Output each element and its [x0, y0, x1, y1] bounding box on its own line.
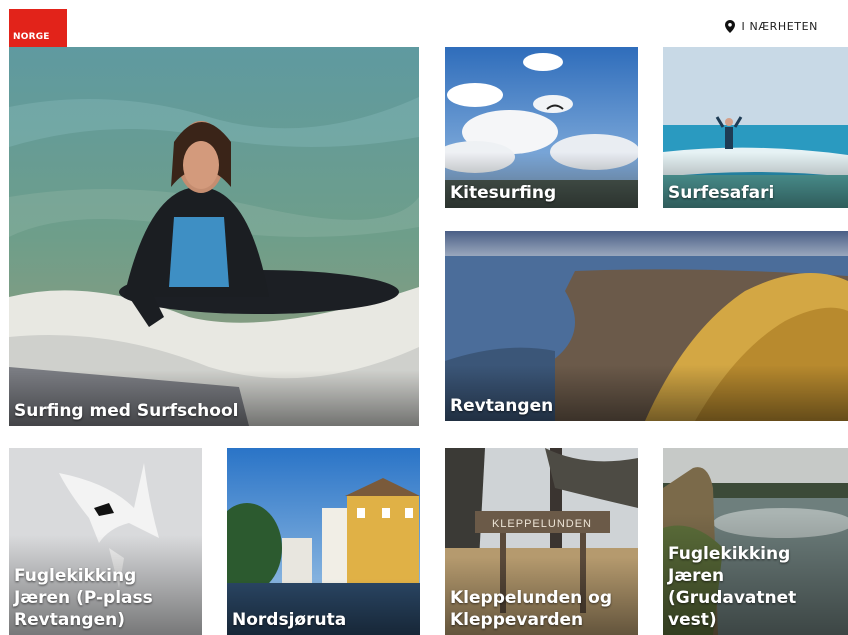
- tile-label: Nordsjøruta: [227, 579, 420, 635]
- tile-surfesafari[interactable]: Surfesafari: [663, 47, 848, 208]
- map-pin-icon: [724, 20, 735, 33]
- nearby-label: I NÆRHETEN: [741, 20, 818, 33]
- tile-label: Revtangen: [445, 365, 848, 421]
- nearby-link[interactable]: I NÆRHETEN: [724, 20, 818, 33]
- tile-label: Surfing med Surfschool: [9, 370, 419, 426]
- tile-fuglekikking-revtangen[interactable]: Fuglekikking Jæren (P-plass Revtangen): [9, 448, 202, 635]
- tile-label: Fuglekikking Jæren (P-plass Revtangen): [9, 535, 202, 635]
- tile-label: Kleppelunden og Kleppevarden: [445, 557, 638, 635]
- tile-label: Fuglekikking Jæren (Grudavatnet vest): [663, 513, 848, 635]
- kleppelunden-sign-text: KLEPPELUNDEN: [492, 518, 592, 530]
- norge-logo[interactable]: NORGE: [9, 9, 67, 47]
- tile-kitesurfing[interactable]: Kitesurfing: [445, 47, 638, 208]
- tile-kleppelunden[interactable]: KLEPPELUNDEN Kleppelunden og Kleppevarde…: [445, 448, 638, 635]
- tile-revtangen[interactable]: Revtangen: [445, 231, 848, 421]
- tile-nordsjoruta[interactable]: Nordsjøruta: [227, 448, 420, 635]
- tile-fuglekikking-grudavatnet[interactable]: Fuglekikking Jæren (Grudavatnet vest): [663, 448, 848, 635]
- tile-label: Surfesafari: [663, 152, 848, 208]
- tile-label: Kitesurfing: [445, 152, 638, 208]
- tile-surfing-med-surfschool[interactable]: Surfing med Surfschool: [9, 47, 419, 426]
